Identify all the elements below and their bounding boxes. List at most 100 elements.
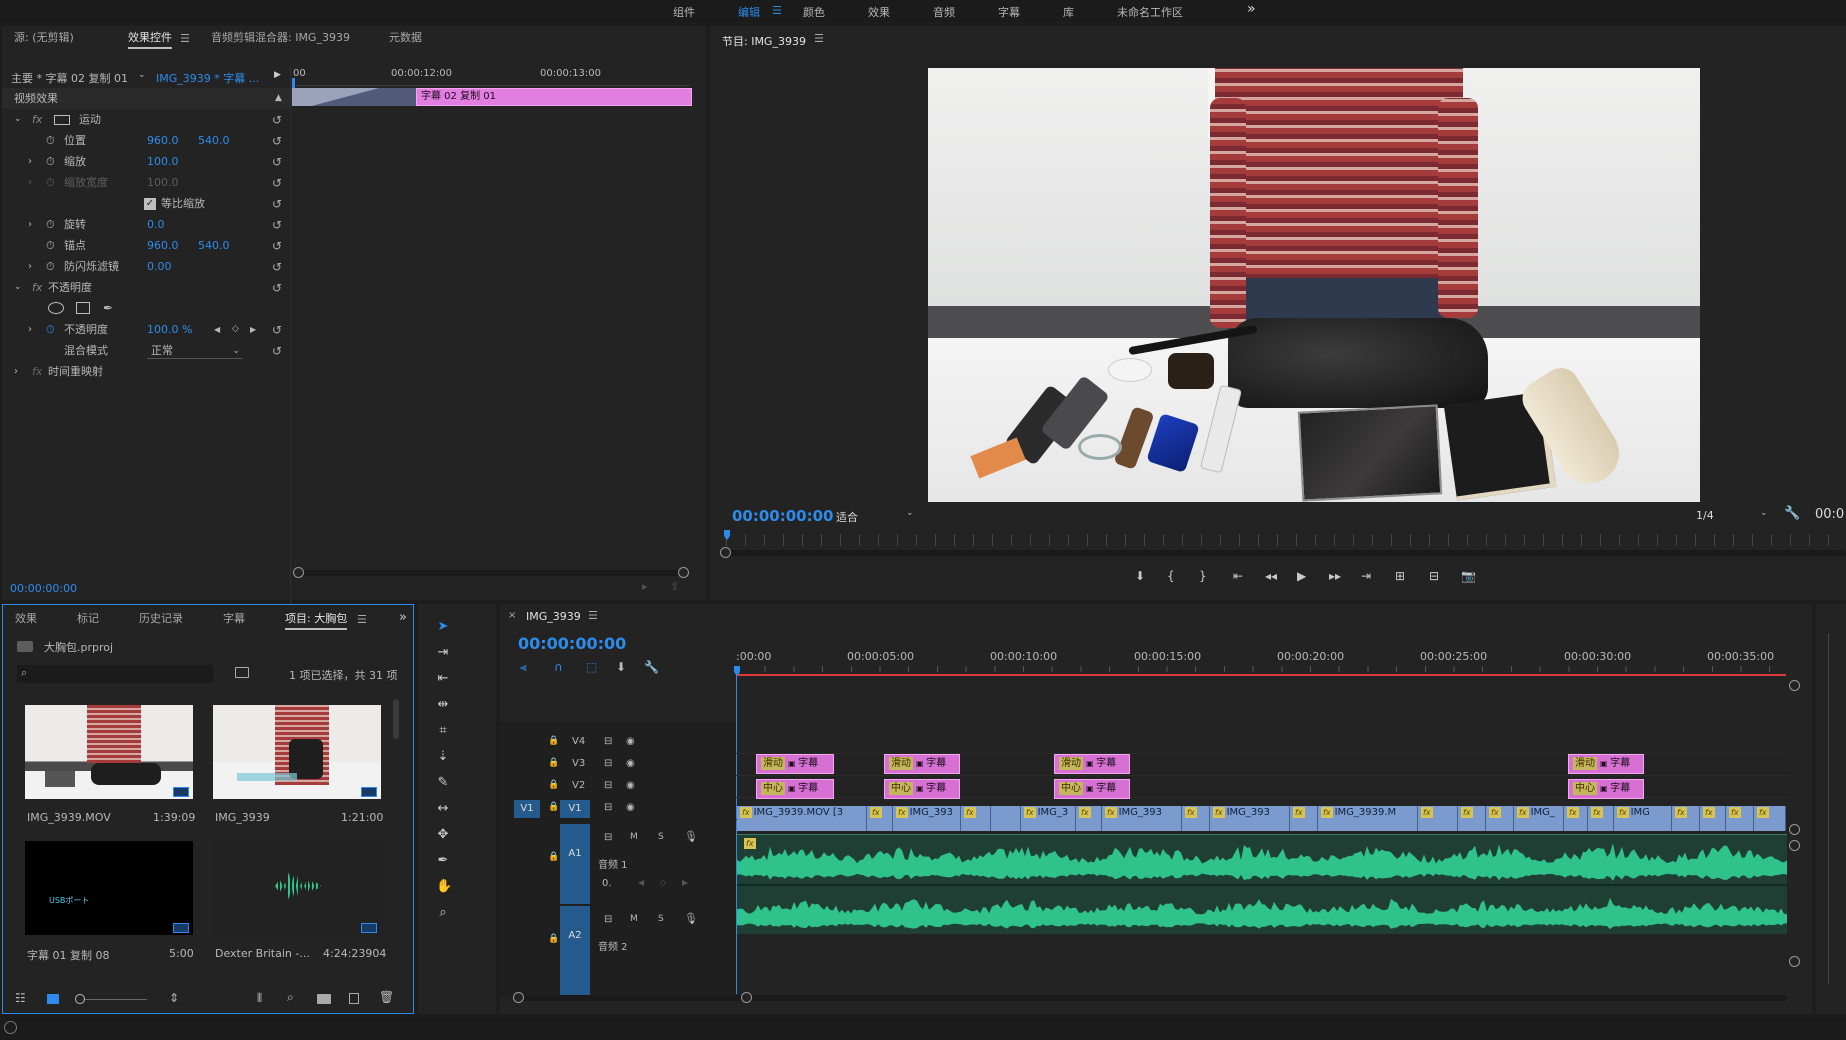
stopwatch-icon[interactable]: ⏱ bbox=[46, 151, 55, 172]
program-timecode[interactable]: 00:00:00:00 bbox=[732, 507, 834, 525]
ec-clip-bar[interactable]: 字幕 02 复制 01 bbox=[416, 88, 692, 106]
reset-icon[interactable]: ↺ bbox=[270, 155, 284, 169]
audio-volume-value[interactable]: 0. bbox=[602, 878, 612, 889]
expand-chevron-icon[interactable]: ⌄ bbox=[14, 109, 22, 130]
rectangle-mask-icon[interactable] bbox=[76, 302, 90, 314]
mute-button[interactable]: M bbox=[630, 832, 638, 842]
tab-source[interactable]: 源: (无剪辑) bbox=[14, 26, 74, 50]
stopwatch-icon[interactable]: ⏱ bbox=[46, 319, 55, 340]
track-name-v1[interactable]: V1 bbox=[560, 800, 590, 818]
anchor-y-value[interactable]: 540.0 bbox=[198, 235, 230, 256]
tab-markers[interactable]: 标记 bbox=[77, 607, 99, 631]
tab-captions[interactable]: 字幕 bbox=[223, 607, 245, 631]
add-marker-icon[interactable]: ⬇ bbox=[1135, 569, 1145, 583]
time-remap-row[interactable]: › fx 时间重映射 bbox=[2, 361, 292, 382]
expand-chevron-icon[interactable]: › bbox=[28, 319, 32, 340]
workspace-tab-assembly[interactable]: 组件 bbox=[673, 4, 695, 20]
chevron-down-icon[interactable]: ⌄ bbox=[138, 70, 146, 80]
play-triangle-icon[interactable]: ▶ bbox=[274, 70, 281, 80]
keyframe-next-icon[interactable]: ▶ bbox=[682, 878, 688, 887]
nest-icon[interactable]: ⫷ bbox=[520, 660, 527, 675]
title-clip-v2[interactable]: 中心 ▣ 字幕 bbox=[884, 779, 960, 799]
reset-icon[interactable]: ↺ bbox=[270, 134, 284, 148]
video-clip[interactable]: fx bbox=[1672, 806, 1700, 831]
position-x-value[interactable]: 960.0 bbox=[147, 130, 179, 151]
project-scrollbar[interactable] bbox=[393, 699, 399, 739]
mark-out-icon[interactable]: } bbox=[1199, 569, 1207, 583]
add-marker-icon[interactable]: ⬇ bbox=[616, 660, 626, 674]
solo-button[interactable]: S bbox=[658, 832, 664, 842]
fit-dropdown[interactable]: 适合 ⌄ bbox=[836, 508, 916, 524]
workspace-more-icon[interactable]: » bbox=[1247, 1, 1256, 17]
video-clip[interactable]: fx bbox=[1754, 806, 1786, 831]
video-clip[interactable]: fx bbox=[1486, 806, 1514, 831]
motion-row[interactable]: ⌄ fx 运动 ↺ bbox=[2, 109, 292, 130]
audio-clip-a1[interactable]: fx bbox=[737, 834, 1787, 934]
scroll-handle[interactable] bbox=[1789, 680, 1800, 691]
workspace-tab-color[interactable]: 颜色 bbox=[803, 4, 825, 20]
video-clip[interactable] bbox=[991, 806, 1021, 831]
video-clip[interactable]: fx bbox=[1726, 806, 1754, 831]
project-item[interactable]: IMG_3939 1:21:00 bbox=[213, 705, 383, 833]
ec-playhead[interactable] bbox=[292, 78, 295, 88]
tab-metadata[interactable]: 元数据 bbox=[389, 26, 422, 50]
project-item[interactable]: IMG_3939.MOV 1:39:09 bbox=[25, 705, 195, 833]
zoom-tool-icon[interactable]: ⌕ bbox=[436, 906, 450, 920]
expand-chevron-icon[interactable]: › bbox=[28, 151, 32, 172]
stopwatch-icon[interactable]: ⏱ bbox=[46, 256, 55, 277]
project-search-field[interactable]: ⌕ bbox=[17, 665, 213, 683]
video-clip[interactable]: fx bbox=[1564, 806, 1588, 831]
rotation-value[interactable]: 0.0 bbox=[147, 214, 165, 235]
vertical-scroll-handles[interactable] bbox=[1789, 680, 1801, 970]
stopwatch-icon[interactable]: ⏱ bbox=[46, 130, 55, 151]
zoom-slider[interactable] bbox=[77, 999, 147, 1000]
timeline-timecode[interactable]: 00:00:00:00 bbox=[518, 634, 626, 653]
ec-scrollbar[interactable] bbox=[293, 567, 689, 578]
workspace-tab-effects[interactable]: 效果 bbox=[868, 4, 890, 20]
go-to-in-icon[interactable]: ⇤ bbox=[1233, 569, 1243, 583]
expand-chevron-icon[interactable]: ⌄ bbox=[14, 277, 22, 298]
scale-value[interactable]: 100.0 bbox=[147, 151, 179, 172]
icon-view-icon[interactable] bbox=[47, 994, 59, 1004]
program-monitor-title[interactable]: 节目: IMG_3939 bbox=[722, 33, 806, 49]
solo-button[interactable]: S bbox=[658, 914, 664, 924]
title-clip-v2[interactable]: 中心 ▣ 字幕 bbox=[1568, 779, 1644, 799]
program-time-ruler[interactable] bbox=[726, 534, 1846, 546]
track-name-v2[interactable]: V2 bbox=[572, 780, 585, 791]
pen-mask-icon[interactable]: ✒ bbox=[103, 298, 113, 319]
project-item[interactable]: Dexter Britain -... 4:24:23904 bbox=[213, 841, 386, 969]
eye-icon[interactable]: ◉ bbox=[626, 802, 635, 813]
new-bin-icon[interactable] bbox=[317, 994, 331, 1004]
track-stretch-tool-icon[interactable]: ✥ bbox=[436, 828, 450, 842]
title-clip-v3[interactable]: 滑动 ▣ 字幕 bbox=[1054, 754, 1130, 774]
keyframe-add-icon[interactable]: ◇ bbox=[660, 878, 666, 887]
ec-filter-icon[interactable]: ▸ bbox=[642, 580, 648, 593]
hand-tool-icon[interactable]: ✋ bbox=[436, 880, 452, 894]
video-clip[interactable]: fx IMG_3939.M bbox=[1318, 806, 1418, 831]
video-clip[interactable]: fx bbox=[961, 806, 991, 831]
rolling-edit-tool-icon[interactable]: ⇹ bbox=[436, 698, 450, 712]
find-icon[interactable]: ⌕ bbox=[287, 990, 294, 1005]
sequence-clip-dropdown[interactable]: IMG_3939 * 字幕 ... bbox=[156, 70, 259, 86]
reset-icon[interactable]: ↺ bbox=[270, 197, 284, 211]
workspace-tab-libraries[interactable]: 库 bbox=[1063, 4, 1074, 20]
track-name-v4[interactable]: V4 bbox=[572, 736, 585, 747]
track-name-a1[interactable]: A1 bbox=[560, 824, 590, 904]
automate-to-sequence-icon[interactable]: ⫴ bbox=[257, 991, 262, 1006]
lock-icon[interactable]: 🔒 bbox=[548, 758, 559, 768]
opacity-value[interactable]: 100.0 % bbox=[147, 319, 192, 340]
timeline-settings-wrench-icon[interactable]: 🔧 bbox=[644, 660, 659, 674]
export-frame-icon[interactable]: 📷 bbox=[1461, 569, 1476, 583]
position-y-value[interactable]: 540.0 bbox=[198, 130, 230, 151]
timeline-scroll-handle-left[interactable] bbox=[513, 992, 524, 1003]
expand-chevron-icon[interactable]: › bbox=[28, 214, 32, 235]
video-clip[interactable]: fx IMG_393 bbox=[893, 806, 961, 831]
eye-icon[interactable]: ◉ bbox=[626, 758, 635, 769]
extract-icon[interactable]: ⊟ bbox=[1429, 569, 1439, 583]
panel-menu-icon[interactable]: ☰ bbox=[180, 32, 190, 45]
workspace-menu-icon[interactable]: ☰ bbox=[772, 4, 782, 17]
ellipse-mask-icon[interactable] bbox=[48, 302, 64, 314]
keyframe-prev-icon[interactable]: ◀ bbox=[214, 319, 220, 340]
microphone-icon[interactable]: 🎙 bbox=[684, 912, 698, 925]
stopwatch-icon[interactable]: ⏱ bbox=[46, 214, 55, 235]
